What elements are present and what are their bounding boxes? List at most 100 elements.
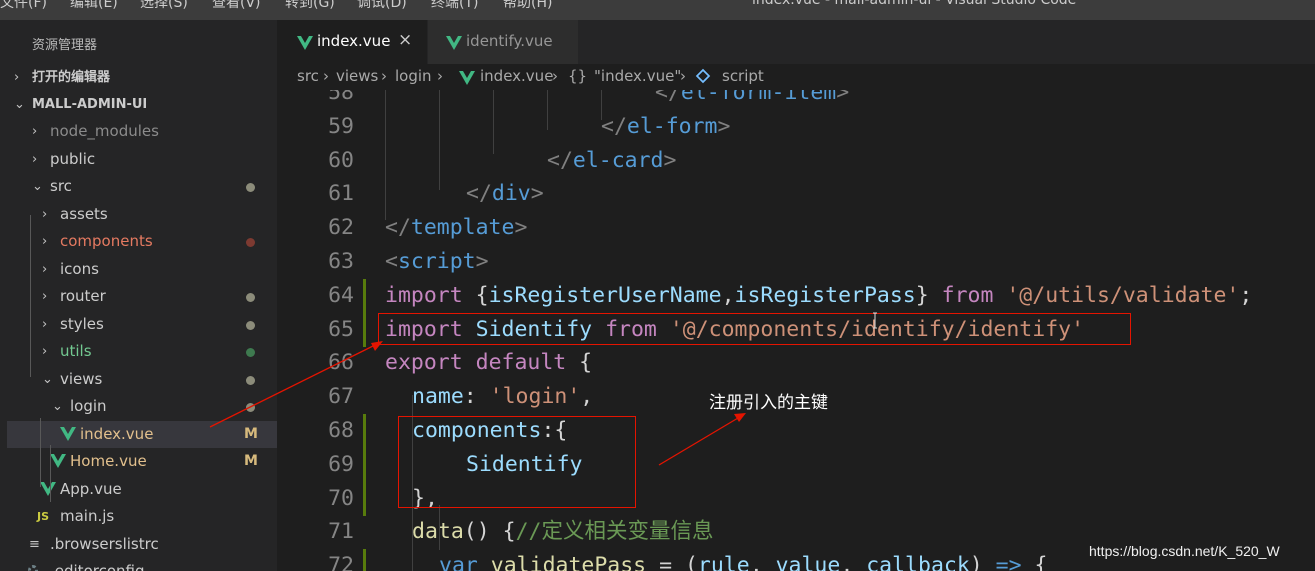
tree-item-label: components bbox=[60, 232, 153, 250]
breadcrumb-item[interactable]: login bbox=[395, 67, 432, 85]
indent-guide bbox=[385, 90, 386, 220]
tree-item-label: styles bbox=[60, 314, 104, 333]
highlight-box-components bbox=[398, 416, 636, 508]
js-icon: JS bbox=[37, 510, 50, 523]
cube-icon bbox=[695, 68, 711, 84]
tree-item-views[interactable]: ⌄ views bbox=[7, 366, 277, 393]
menu-item[interactable]: 帮助(H) bbox=[503, 0, 552, 12]
code-token: export bbox=[385, 350, 463, 376]
menu-item[interactable]: 终端(T) bbox=[431, 0, 478, 12]
tree-item-icons[interactable]: › icons bbox=[7, 256, 277, 283]
menu-item[interactable]: 编辑(E) bbox=[70, 0, 118, 12]
tab-index-vue[interactable]: index.vue × bbox=[277, 20, 427, 64]
breadcrumb-item[interactable]: script bbox=[722, 67, 764, 85]
breadcrumb-item[interactable]: src bbox=[297, 67, 319, 85]
code-text: </div> bbox=[466, 177, 544, 211]
braces-icon: {} bbox=[568, 67, 588, 85]
tree-item-components[interactable]: › components bbox=[7, 228, 277, 255]
tree-item-home-vue[interactable]: Home.vue M bbox=[7, 448, 277, 475]
breadcrumb-item[interactable]: index.vue bbox=[480, 67, 553, 85]
modified-dot bbox=[246, 293, 255, 302]
tree-item-src[interactable]: ⌄ src bbox=[7, 173, 277, 200]
code-line: 59 </el-form> bbox=[277, 110, 1315, 144]
modified-dot bbox=[246, 403, 255, 412]
line-number: 64 bbox=[328, 282, 354, 308]
code-token: ; bbox=[1239, 282, 1253, 308]
tree-item-app-vue[interactable]: App.vue bbox=[7, 476, 277, 503]
code-token: el-form bbox=[626, 113, 718, 139]
tree-item-login[interactable]: ⌄ login bbox=[7, 393, 277, 420]
chevron-right-icon: › bbox=[42, 234, 48, 249]
code-text: var validatePass = (rule, value, callbac… bbox=[439, 549, 1047, 571]
menu-item[interactable]: 调试(D) bbox=[357, 0, 407, 12]
code-token: > bbox=[514, 215, 528, 241]
chevron-right-icon: › bbox=[381, 67, 387, 85]
code-token: 'login' bbox=[489, 384, 581, 410]
line-number: 72 bbox=[328, 553, 354, 571]
tree-item-main-js[interactable]: JS main.js bbox=[7, 503, 277, 530]
modified-dot bbox=[246, 320, 255, 330]
tree-item-utils[interactable]: › utils bbox=[7, 338, 277, 365]
tree-item-label: node_modules bbox=[50, 122, 159, 140]
tree-item-node-modules[interactable]: › node_modules bbox=[7, 118, 277, 145]
menu-item[interactable]: 查看(V) bbox=[212, 0, 261, 12]
menu-item[interactable]: 文件(F) bbox=[0, 0, 47, 12]
code-token: < bbox=[385, 249, 398, 274]
tree-item-label: public bbox=[50, 149, 96, 168]
modified-dot bbox=[246, 183, 255, 192]
code-token: { bbox=[1021, 553, 1048, 571]
tree-item-public[interactable]: › public bbox=[7, 146, 277, 173]
code-token: validatePass bbox=[490, 553, 647, 571]
code-token: rule bbox=[697, 553, 750, 571]
section-project[interactable]: ⌄ MALL-ADMIN-UI bbox=[7, 91, 277, 118]
tree-item-label: icons bbox=[60, 259, 99, 278]
chevron-right-icon: › bbox=[42, 261, 48, 277]
tree-item-router[interactable]: › router bbox=[7, 283, 277, 310]
git-added-marker bbox=[363, 278, 366, 313]
line-number: 59 bbox=[328, 113, 354, 139]
close-icon[interactable]: × bbox=[398, 30, 412, 50]
code-token: , bbox=[840, 553, 867, 571]
breadcrumb-item[interactable]: "index.vue" bbox=[594, 67, 681, 85]
code-token: > bbox=[717, 113, 731, 139]
vue-icon bbox=[50, 454, 66, 468]
git-added-marker bbox=[363, 447, 366, 482]
code-line: 62 </template> bbox=[277, 211, 1315, 245]
tree-item-browserslistrc[interactable]: ≡ .browserslistrc bbox=[7, 531, 277, 558]
code-line: 63 <script> bbox=[277, 245, 1315, 279]
code-token: { bbox=[462, 282, 489, 308]
code-token: data bbox=[412, 519, 464, 545]
code-token: > bbox=[836, 90, 850, 105]
chevron-down-icon: ⌄ bbox=[14, 97, 25, 112]
tree-indent-guide bbox=[40, 418, 41, 487]
code-token: script bbox=[397, 249, 476, 274]
tree-item-assets[interactable]: › assets bbox=[7, 201, 277, 228]
indent-guide bbox=[439, 90, 440, 190]
code-token: </ bbox=[601, 113, 627, 139]
tree-item-editorconfig[interactable]: .editorconfig bbox=[7, 558, 277, 571]
indent-guide bbox=[493, 90, 494, 154]
breadcrumb-item[interactable]: views bbox=[336, 67, 378, 85]
chevron-right-icon: › bbox=[552, 67, 558, 85]
tree-item-styles[interactable]: › styles bbox=[7, 311, 277, 338]
tree-item-index-vue[interactable]: index.vue M bbox=[7, 420, 277, 448]
line-number: 62 bbox=[328, 215, 354, 241]
menu-item[interactable]: 选择(S) bbox=[140, 0, 188, 12]
chevron-right-icon: › bbox=[32, 151, 38, 167]
menu-item[interactable]: 转到(G) bbox=[285, 0, 335, 12]
tree-item-label: views bbox=[60, 369, 103, 388]
window-title: index.vue - mall-admin-ui - Visual Studi… bbox=[752, 0, 1077, 8]
tab-identify-vue[interactable]: identify.vue bbox=[428, 20, 578, 64]
chevron-right-icon: › bbox=[42, 344, 48, 359]
tree-item-label: App.vue bbox=[60, 479, 122, 498]
line-number: 60 bbox=[328, 147, 354, 173]
code-line: 66 export default { bbox=[277, 346, 1315, 380]
code-text: </el-form-item> bbox=[655, 90, 849, 110]
watermark: https://blog.csdn.net/K_520_W bbox=[1089, 543, 1280, 559]
section-open-editors[interactable]: › 打开的编辑器 bbox=[7, 64, 277, 91]
code-text: </template> bbox=[385, 211, 527, 245]
explorer-title: 资源管理器 bbox=[32, 38, 98, 53]
tree-item-label: src bbox=[50, 177, 72, 195]
